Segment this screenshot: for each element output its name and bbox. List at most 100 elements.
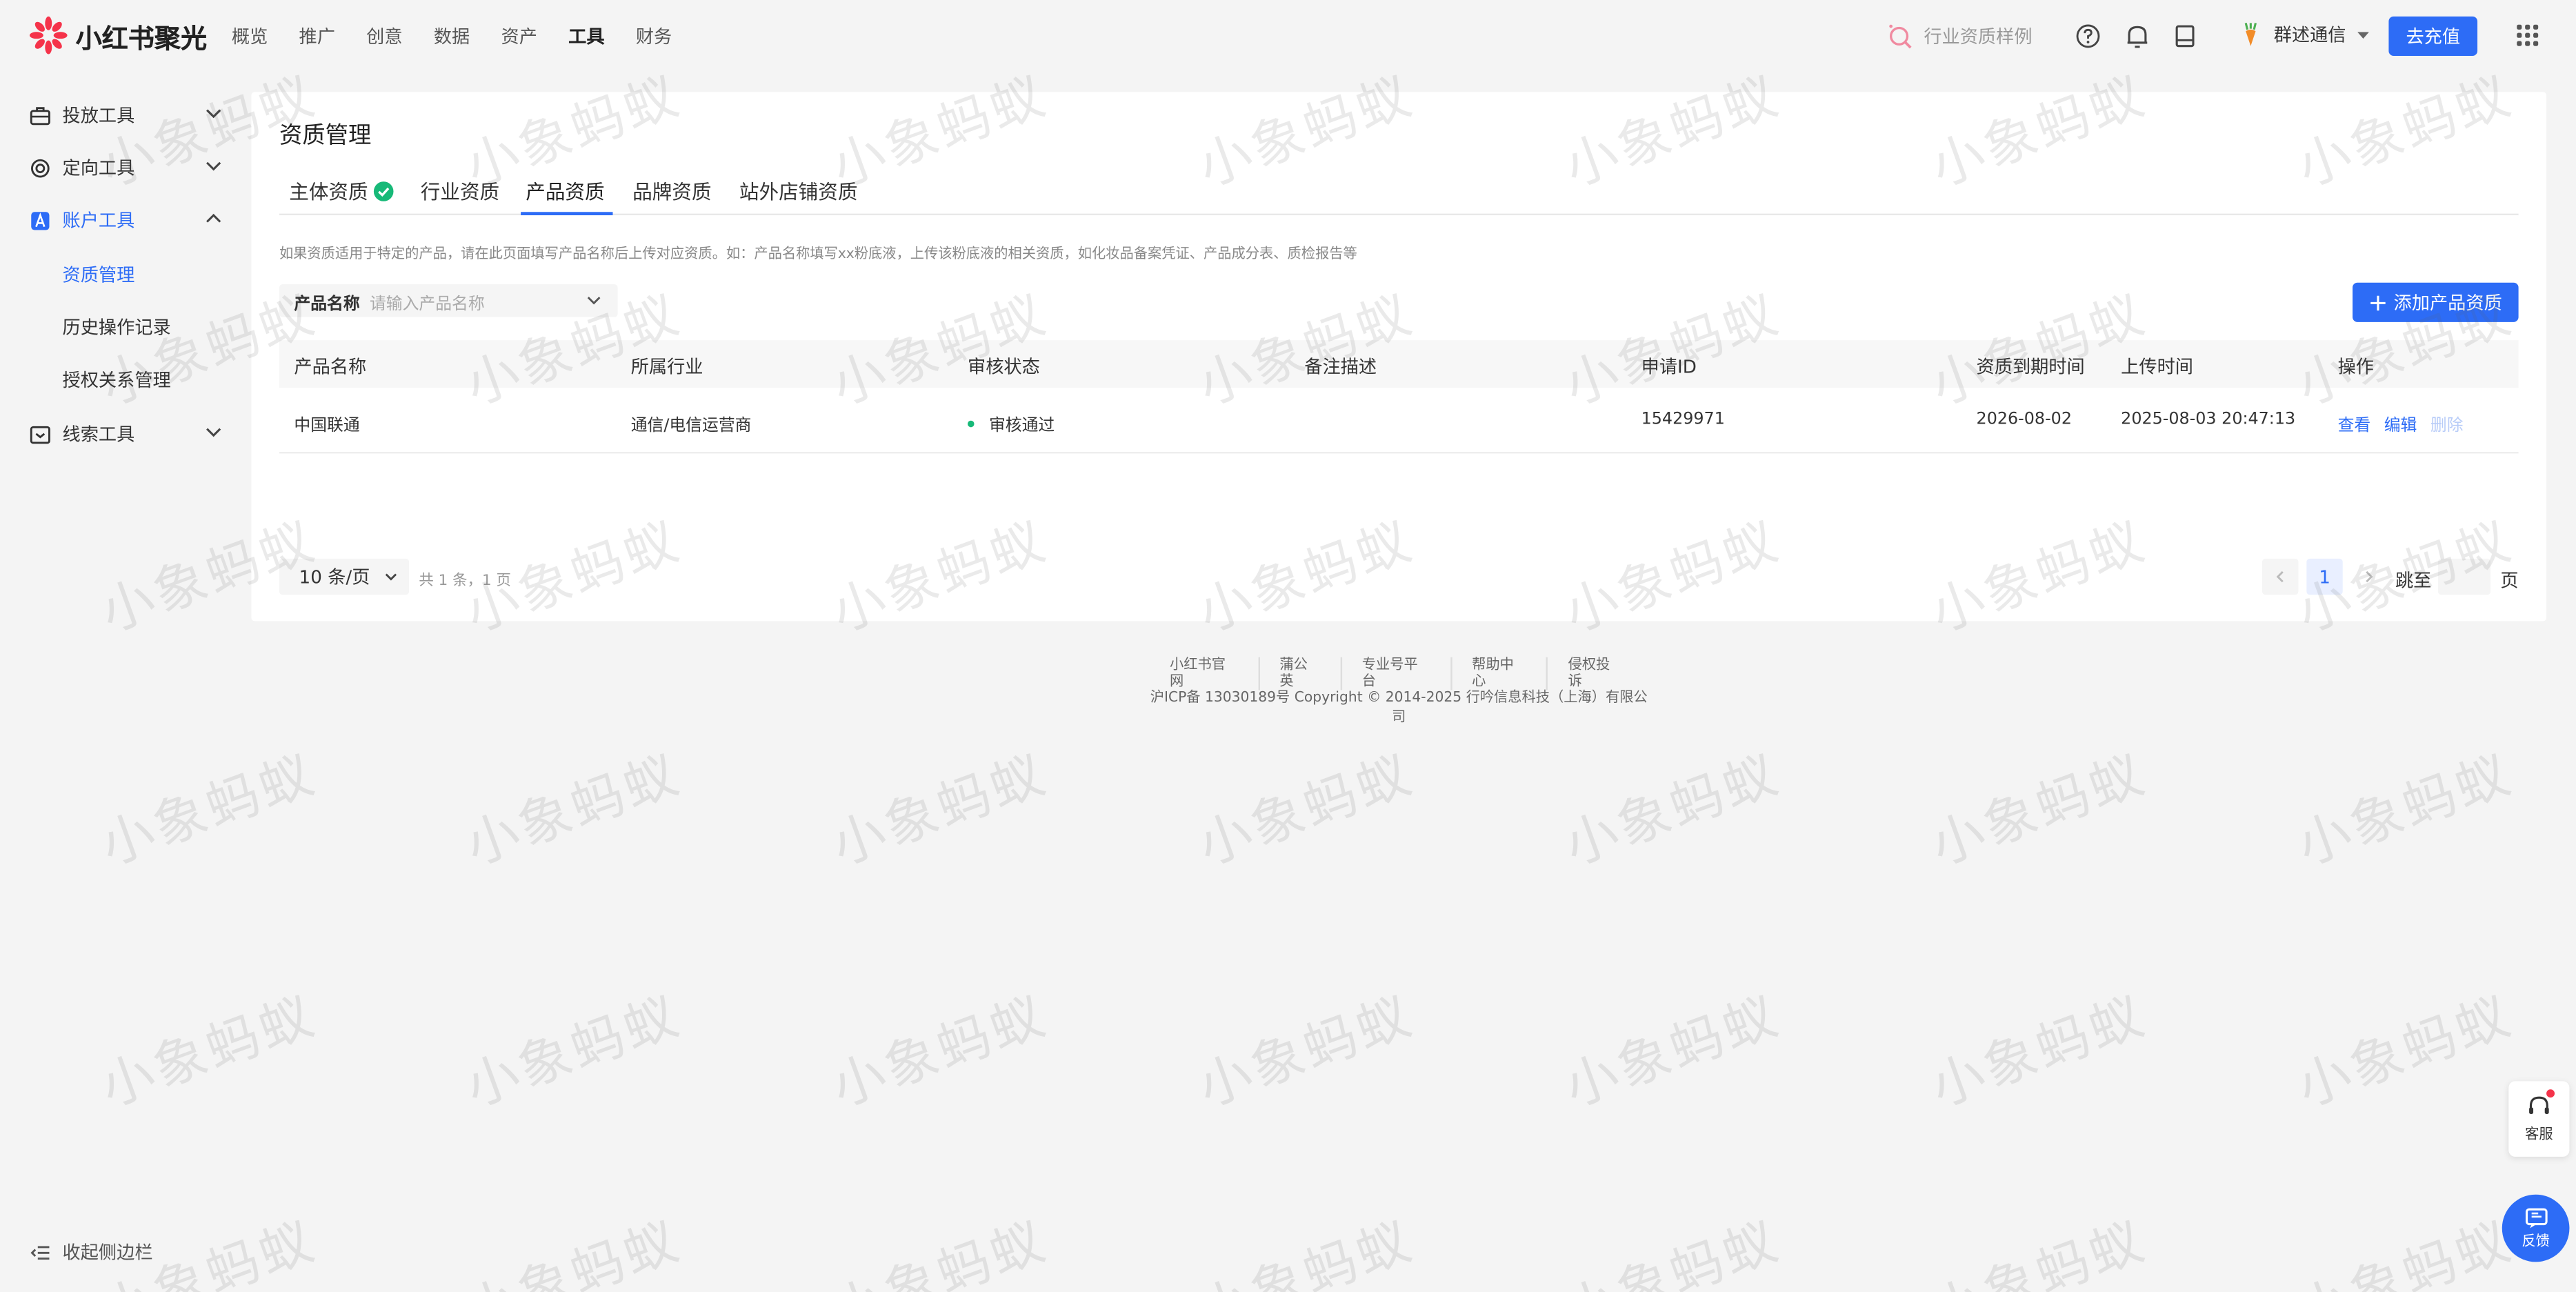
- customer-service-label: 客服: [2525, 1127, 2553, 1144]
- sidebar-group-label: 账户工具: [62, 210, 135, 232]
- column-header: 审核状态: [967, 356, 1040, 378]
- chevron-down-icon: [206, 161, 221, 171]
- search-icon: [1889, 24, 1912, 49]
- feedback-icon: [2524, 1207, 2547, 1228]
- watermark: 小象蚂蚁: [1556, 742, 1788, 877]
- tab-entity-qualification[interactable]: 主体资质: [289, 177, 394, 215]
- app-root: 小红书聚光 概览 推广 创意 数据 资产 工具 财务 行业资质样例 群述通信 去…: [0, 0, 2576, 1292]
- recharge-button[interactable]: 去充值: [2388, 16, 2478, 56]
- watermark: 小象蚂蚁: [823, 742, 1055, 877]
- chevron-down-icon: [386, 573, 397, 581]
- apps-grid-icon[interactable]: [2517, 24, 2539, 46]
- content-card: 资质管理 主体资质 行业资质 产品资质 品牌资质 站外店铺资质 如果资质适用于特…: [251, 92, 2547, 622]
- logo-text: 小红书聚光: [75, 22, 208, 54]
- table-row: 中国联通 通信/电信运营商 审核通过 15429971 2026-08-02 2…: [279, 388, 2519, 454]
- sidebar-group-delivery-tools[interactable]: 投放工具: [30, 102, 223, 128]
- nav-item-data[interactable]: 数据: [434, 23, 501, 49]
- column-header: 备注描述: [1304, 356, 1377, 378]
- chevron-down-icon: [206, 109, 221, 119]
- footer-link[interactable]: 蒲公英: [1260, 657, 1343, 690]
- tab-industry-qualification[interactable]: 行业资质: [421, 177, 499, 215]
- cell-upload-time: 2025-08-03 20:47:13: [2121, 410, 2296, 429]
- nav-item-tools[interactable]: 工具: [568, 23, 636, 49]
- inbox-icon: [30, 425, 50, 444]
- nav-item-creative[interactable]: 创意: [366, 23, 434, 49]
- sidebar-group-label: 投放工具: [62, 105, 135, 127]
- sidebar-group-targeting-tools[interactable]: 定向工具: [30, 155, 223, 181]
- hint-text: 如果资质适用于特定的产品，请在此页面填写产品名称后上传对应资质。如：产品名称填写…: [279, 246, 1357, 264]
- qualification-tabs: 主体资质 行业资质 产品资质 品牌资质 站外店铺资质: [279, 177, 2519, 216]
- column-header: 操作: [2337, 356, 2374, 378]
- watermark: 小象蚂蚁: [2288, 1209, 2521, 1292]
- sidebar-item-qualification[interactable]: 资质管理: [63, 261, 135, 288]
- product-name-filter[interactable]: 产品名称 请输入产品名称: [279, 284, 618, 317]
- customer-service-button[interactable]: 客服: [2508, 1081, 2570, 1157]
- nav-item-overview[interactable]: 概览: [232, 23, 299, 49]
- tab-label: 主体资质: [289, 181, 368, 204]
- feedback-button[interactable]: 反馈: [2502, 1194, 2570, 1262]
- collapse-menu-icon: [30, 1245, 50, 1259]
- cell-apply-id: 15429971: [1641, 410, 1725, 429]
- add-product-qualification-button[interactable]: 添加产品资质: [2353, 282, 2519, 322]
- footer-links: 小红书官网 蒲公英 专业号平台 帮助中心 侵权投诉: [1150, 657, 1643, 690]
- sidebar-group-label: 线索工具: [62, 424, 135, 446]
- nav-item-promotion[interactable]: 推广: [299, 23, 367, 49]
- chevron-down-icon: [587, 297, 601, 305]
- tab-offsite-store-qualification[interactable]: 站外店铺资质: [739, 177, 858, 215]
- watermark: 小象蚂蚁: [1556, 984, 1788, 1120]
- jump-label: 跳至: [2395, 570, 2432, 592]
- page-size-select[interactable]: 10 条/页: [279, 558, 410, 595]
- cell-actions: 查看 编辑 删除: [2338, 411, 2464, 435]
- sidebar-group-account-tools[interactable]: 账户工具: [30, 207, 223, 233]
- collapse-sidebar-button[interactable]: 收起侧边栏: [30, 1239, 153, 1265]
- status-text: 审核通过: [988, 417, 1055, 436]
- footer-link[interactable]: 专业号平台: [1342, 657, 1452, 690]
- bell-icon[interactable]: [2123, 21, 2153, 51]
- page-number-button[interactable]: 1: [2306, 558, 2343, 595]
- account-icon: [31, 211, 50, 230]
- industry-sample-search[interactable]: 行业资质样例: [1886, 21, 2033, 49]
- cell-industry: 通信/电信运营商: [630, 417, 752, 436]
- tablet-icon[interactable]: [2170, 21, 2200, 51]
- collapse-sidebar-label: 收起侧边栏: [62, 1242, 153, 1264]
- toolbox-icon: [30, 106, 50, 125]
- footer-link[interactable]: 小红书官网: [1150, 657, 1260, 690]
- nav-item-finance[interactable]: 财务: [636, 23, 703, 49]
- column-header: 申请ID: [1641, 356, 1697, 378]
- status-dot-icon: [967, 420, 975, 428]
- watermark: 小象蚂蚁: [2288, 984, 2521, 1120]
- view-link[interactable]: 查看: [2338, 417, 2371, 435]
- column-header: 产品名称: [294, 356, 367, 378]
- page-word: 页: [2500, 570, 2519, 592]
- copyright: 沪ICP备 13030189号 Copyright © 2014-2025 行吟…: [1150, 690, 1648, 726]
- edit-link[interactable]: 编辑: [2384, 417, 2417, 435]
- nav-item-assets[interactable]: 资产: [501, 23, 569, 49]
- sidebar-group-lead-tools[interactable]: 线索工具: [30, 421, 223, 447]
- watermark: 小象蚂蚁: [1190, 1209, 1421, 1292]
- chevron-down-icon: [206, 428, 221, 437]
- column-header: 资质到期时间: [1976, 356, 2085, 378]
- prev-page-button[interactable]: [2262, 558, 2299, 595]
- tab-product-qualification[interactable]: 产品资质: [521, 177, 613, 216]
- industry-sample-label: 行业资质样例: [1924, 25, 2033, 47]
- account-switcher[interactable]: 群述通信: [2237, 21, 2370, 48]
- total-count: 共 1 条，1 页: [419, 573, 511, 590]
- delete-link[interactable]: 删除: [2430, 417, 2464, 435]
- watermark: 小象蚂蚁: [1556, 1209, 1788, 1292]
- verified-check-icon: [373, 181, 394, 201]
- watermark: 小象蚂蚁: [2288, 742, 2521, 877]
- next-page-button[interactable]: [2351, 559, 2387, 595]
- sidebar-item-history[interactable]: 历史操作记录: [63, 314, 171, 340]
- watermark: 小象蚂蚁: [457, 742, 689, 877]
- footer-link[interactable]: 帮助中心: [1452, 657, 1548, 690]
- jump-page-input[interactable]: [2437, 558, 2491, 595]
- carrot-avatar-icon: [2244, 22, 2257, 46]
- product-name-input[interactable]: 请输入产品名称: [370, 288, 485, 313]
- help-icon[interactable]: [2073, 21, 2103, 51]
- logo[interactable]: 小红书聚光: [28, 14, 207, 56]
- tab-brand-qualification[interactable]: 品牌资质: [632, 177, 711, 215]
- footer-link[interactable]: 侵权投诉: [1548, 657, 1643, 690]
- caret-down-icon: [2357, 31, 2369, 38]
- watermark: 小象蚂蚁: [457, 1209, 689, 1292]
- sidebar-item-authorization[interactable]: 授权关系管理: [63, 366, 171, 392]
